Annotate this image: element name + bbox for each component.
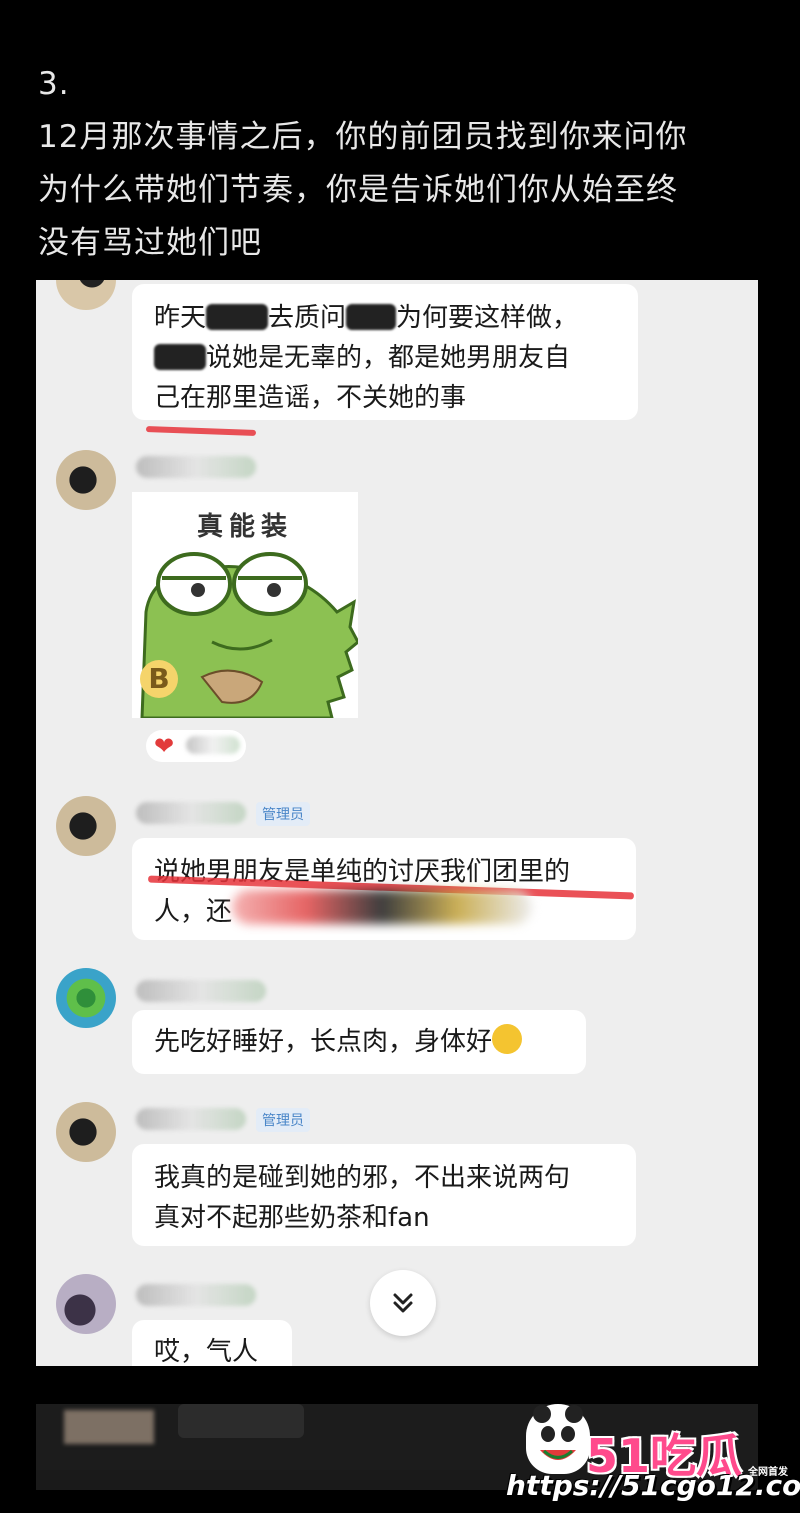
- message-text: 昨天: [154, 303, 207, 333]
- avatar[interactable]: [56, 1274, 116, 1334]
- message-bubble: 我真的是碰到她的邪，不出来说两句 真对不起那些奶茶和fan: [132, 1144, 636, 1246]
- reaction-chip[interactable]: ❤: [146, 730, 246, 762]
- message-text: 去质问: [268, 303, 347, 333]
- sender-name-blurred: [136, 802, 246, 824]
- sender-name-blurred: [136, 456, 256, 478]
- avatar[interactable]: [56, 450, 116, 510]
- message-text: 先吃好睡好，长点肉，身体好: [154, 1027, 493, 1057]
- scroll-to-bottom-button[interactable]: [370, 1270, 436, 1336]
- message-text: 己在那里造谣，不关她的事: [154, 383, 467, 413]
- message-bubble: 昨天 去质问 为何要这样做， 说她是无辜的，都是她男朋友自 己在那里造谣，不关她的事: [132, 284, 638, 420]
- message-text: 说她是无辜的，都是她男朋友自: [206, 343, 571, 373]
- redaction: [154, 344, 206, 370]
- thinking-emoji-icon: [492, 1024, 523, 1054]
- heart-icon: ❤: [154, 732, 175, 760]
- post-caption: 3. 12月那次事情之后，你的前团员找到你来问你 为什么带她们节奏，你是告诉她们…: [38, 58, 778, 270]
- message-text: 我真的是碰到她的邪，不出来说两句: [154, 1163, 571, 1193]
- avatar[interactable]: [56, 1102, 116, 1162]
- sticker-letter: B: [140, 660, 178, 698]
- color-scribble: [232, 890, 532, 924]
- avatar[interactable]: [56, 280, 116, 310]
- message-text: 哎，气人: [154, 1337, 259, 1366]
- sender-name-blurred: [136, 980, 266, 1002]
- message-bubble: 哎，气人: [132, 1320, 292, 1366]
- sender-name-blurred: [136, 1284, 256, 1306]
- image-thumbnail: [64, 1410, 154, 1444]
- chat-screenshot: 昨天 去质问 为何要这样做， 说她是无辜的，都是她男朋友自 己在那里造谣，不关她的事…: [36, 280, 758, 1366]
- caption-line-2: 12月那次事情之后，你的前团员找到你来问你: [38, 119, 688, 155]
- redaction: [346, 304, 397, 330]
- sender-name-blurred: [136, 1108, 246, 1130]
- watermark-url: https://51cgo12.com: [506, 1469, 800, 1502]
- red-scribble: [145, 426, 257, 436]
- frog-sticker[interactable]: 真能装 B: [132, 492, 358, 718]
- redaction: [206, 304, 269, 330]
- placeholder-block: [178, 1404, 304, 1438]
- avatar[interactable]: [56, 796, 116, 856]
- admin-badge: 管理员: [256, 1108, 310, 1132]
- chevron-double-down-icon: [393, 1293, 413, 1313]
- message-bubble: 先吃好睡好，长点肉，身体好: [132, 1010, 586, 1074]
- caption-line-1: 3.: [38, 66, 70, 102]
- watermark-mascot-icon: [526, 1404, 590, 1474]
- avatar[interactable]: [56, 968, 116, 1028]
- admin-badge: 管理员: [256, 802, 310, 826]
- caption-line-3: 为什么带她们节奏，你是告诉她们你从始至终: [38, 172, 678, 208]
- reactor-name-blurred: [186, 736, 240, 754]
- message-text: 真对不起那些奶茶和fan: [154, 1203, 430, 1233]
- caption-line-4: 没有骂过她们吧: [38, 225, 262, 261]
- message-text: 为何要这样做，: [396, 303, 579, 333]
